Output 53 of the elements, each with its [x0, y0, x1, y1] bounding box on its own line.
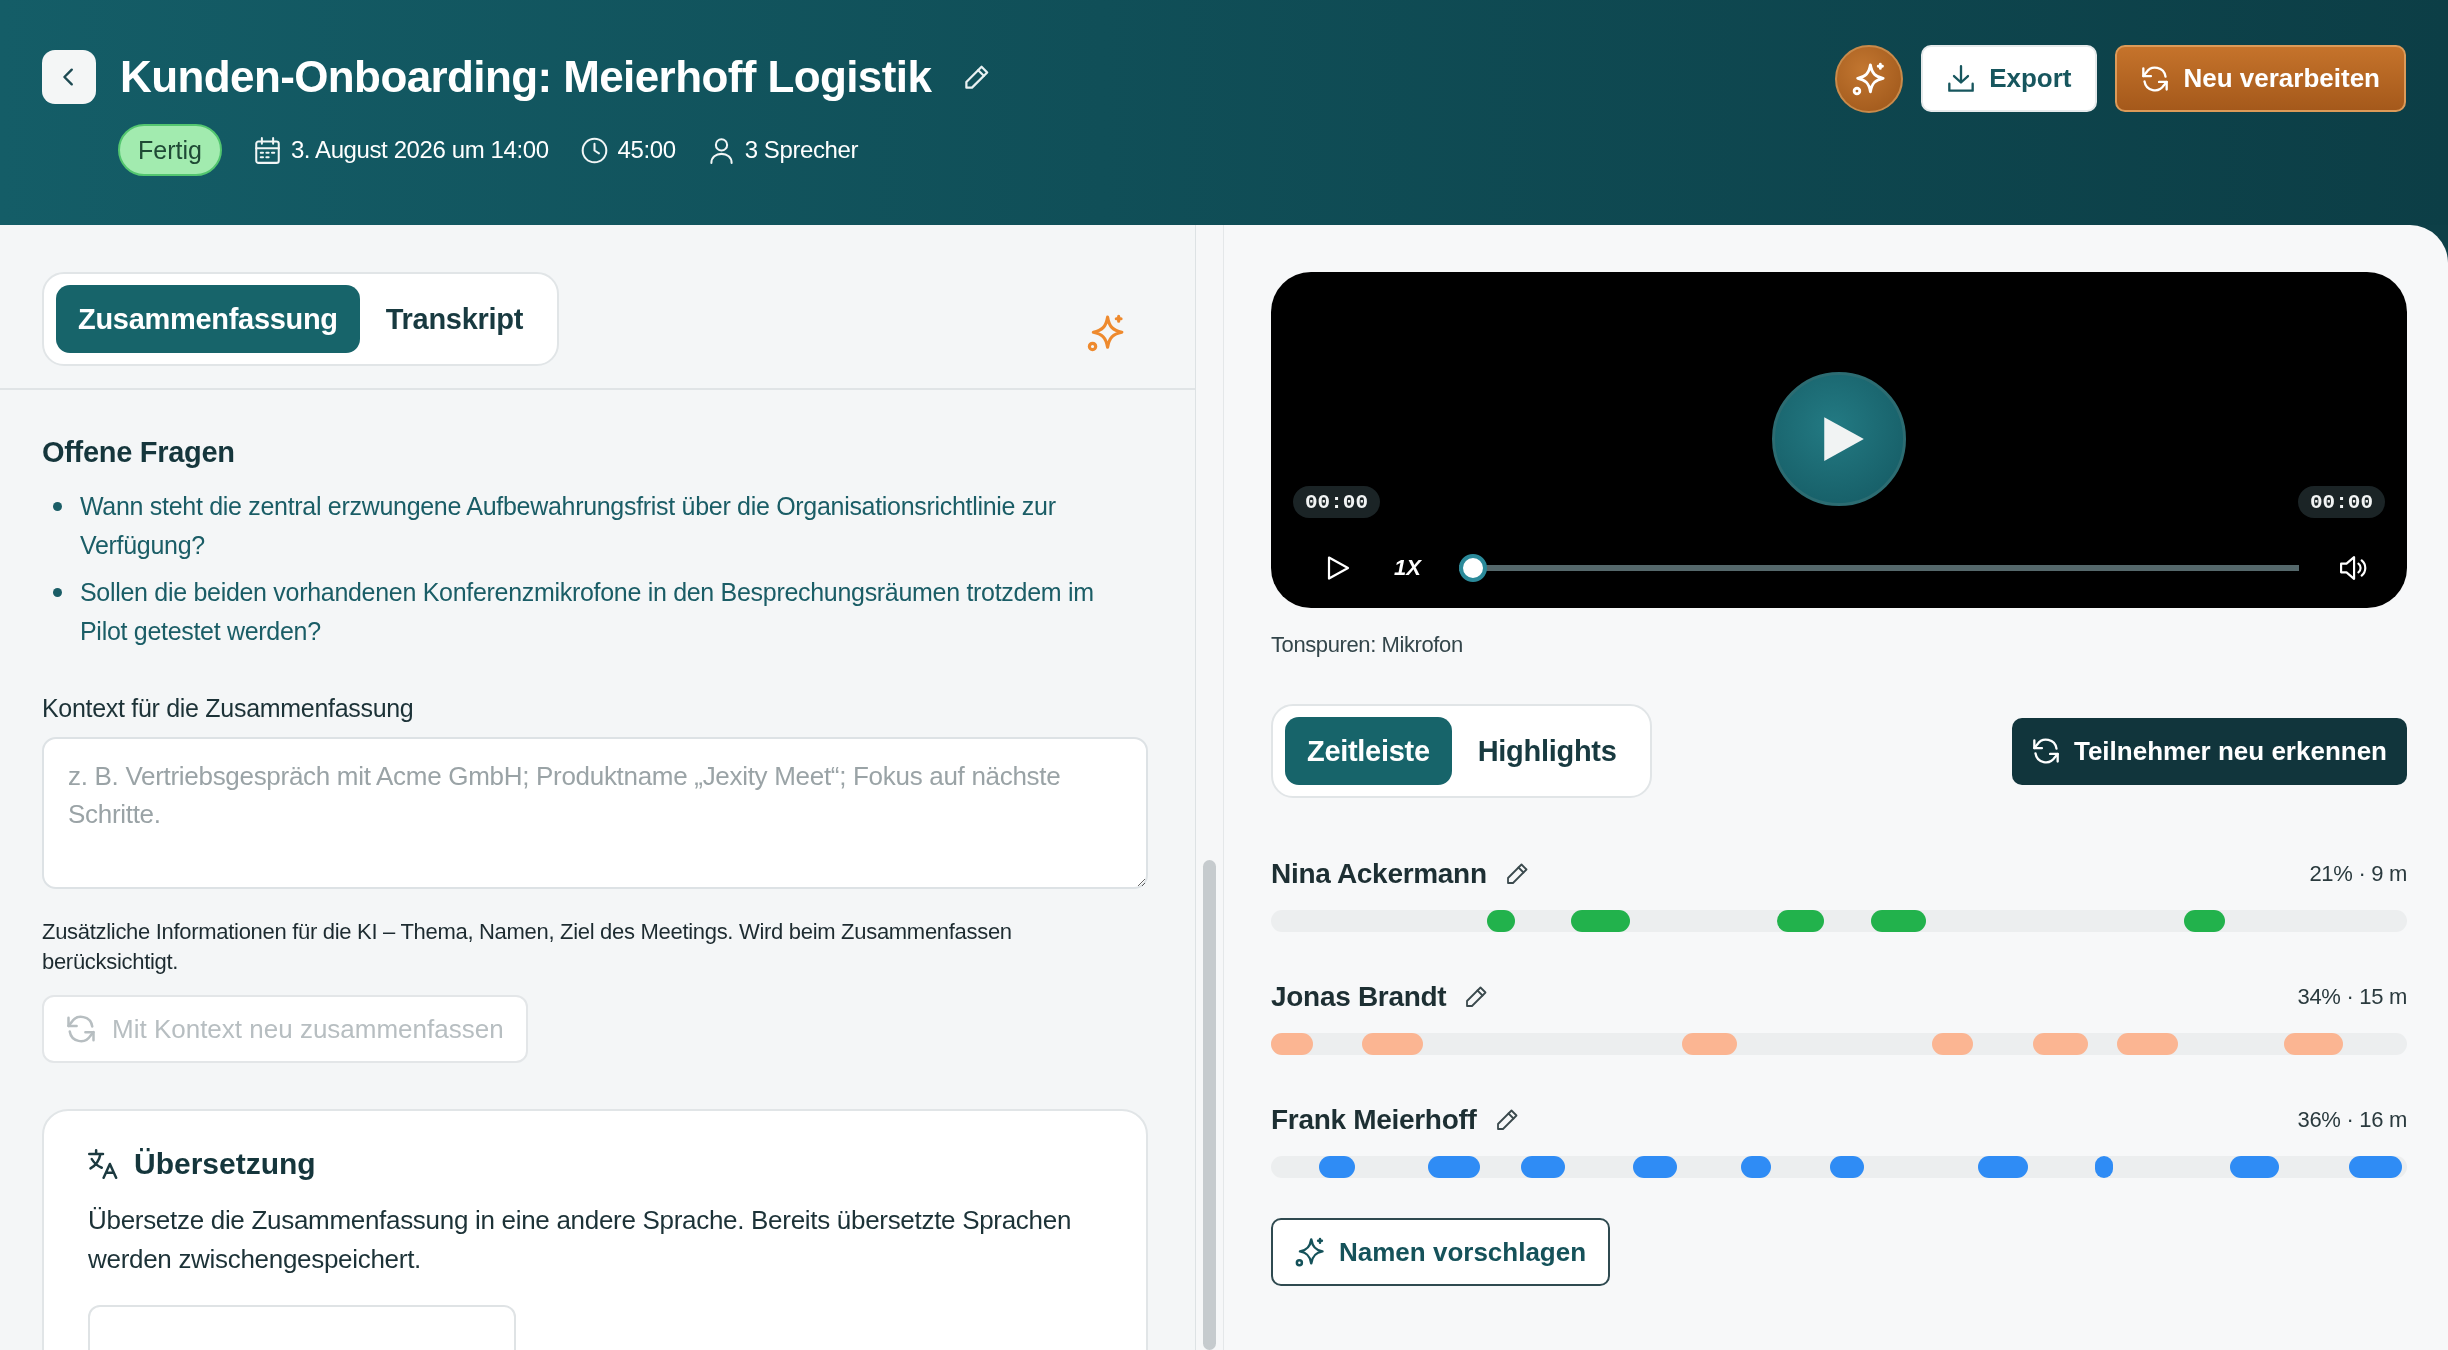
play-control[interactable]	[1326, 555, 1350, 581]
speaker-name: Frank Meierhoff	[1271, 1104, 1477, 1136]
back-button[interactable]	[42, 50, 96, 104]
bullet-icon	[53, 502, 62, 511]
volume-icon[interactable]	[2339, 555, 2367, 581]
translate-icon	[88, 1149, 118, 1179]
context-field[interactable]: z. B. Vertriebsgespräch mit Acme GmbH; Produktname „Jexity Meet“; Fokus auf nächste Schritte.	[42, 737, 1148, 889]
speaker-name: Nina Ackermann	[1271, 858, 1487, 890]
question-text: Wann steht die zentral erzwungene Aufbewahrungsfrist über die Organisationsrichtlinie zur Verfügung?	[80, 491, 1057, 561]
speed-button[interactable]: 1X	[1394, 555, 1421, 581]
calendar-icon	[253, 136, 281, 164]
tab[interactable]: Highlights	[1455, 717, 1639, 785]
edit-icon[interactable]	[1464, 985, 1489, 1009]
tab[interactable]: Zeitleiste	[1285, 717, 1452, 785]
audio-track-info: Tonspuren: Mikrofon	[1271, 632, 1464, 658]
question-text: Sollen die beiden vorhandenen Konferenzmikrofone in den Besprechungsräumen trotzdem im Pilot getestet werden?	[80, 577, 1095, 647]
speaker-count: 3 Sprecher	[744, 136, 859, 164]
seek-thumb[interactable]	[1458, 554, 1487, 582]
refresh-icon	[66, 1014, 96, 1044]
edit-icon[interactable]	[963, 63, 991, 91]
edit-icon[interactable]	[1494, 1108, 1519, 1132]
card-description: Übersetze die Zusammenfassung in eine andere Sprache. Bereits übersetzte Sprachen werden zwischengespeichert.	[88, 1204, 1073, 1276]
speaker-name: Jonas Brandt	[1271, 981, 1447, 1013]
suggest-names-button[interactable]: Namen vorschlagen	[1271, 1218, 1611, 1286]
status-badge: Fertig	[118, 124, 222, 176]
speaker-stats: 36% · 16 m	[2297, 1107, 2407, 1133]
refresh-icon	[2031, 737, 2060, 765]
export-button[interactable]: Export	[1921, 45, 2098, 112]
person-icon	[707, 136, 735, 164]
edit-icon[interactable]	[1504, 862, 1529, 886]
help-text: Zusätzliche Informationen für die KI – Thema, Namen, Ziel des Meetings. Wird beim Zusammenfassen berücksichtigt.	[42, 918, 1013, 976]
sparkle-icon	[1852, 62, 1887, 96]
page-title: Kunden-Onboarding: Meierhoff Logistik	[120, 52, 932, 102]
time-label: 00:00	[1293, 486, 1380, 518]
clock-icon	[580, 136, 608, 164]
reprocess-button[interactable]: Neu verarbeiten	[2115, 45, 2406, 112]
field-label: Kontext für die Zusammenfassung	[42, 694, 415, 723]
tab[interactable]: Transkript	[363, 285, 545, 353]
redetect-button[interactable]: Teilnehmer neu erkennen	[2011, 717, 2407, 785]
tab[interactable]: Zusammenfassung	[56, 285, 360, 353]
bullet-icon	[53, 588, 62, 597]
refresh-icon	[2141, 64, 2170, 93]
sparkle-icon	[1295, 1237, 1325, 1267]
speaker-stats: 34% · 15 m	[2297, 984, 2407, 1010]
card-heading: Übersetzung	[134, 1147, 316, 1181]
download-icon	[1947, 64, 1976, 93]
section-heading: Offene Fragen	[42, 436, 236, 469]
time-label: 00:00	[2298, 486, 2385, 518]
scrollbar-thumb[interactable]	[1203, 860, 1216, 1350]
date-text: 3. August 2026 um 14:00	[290, 136, 549, 164]
play-icon	[1326, 555, 1350, 581]
speaker-stats: 21% · 9 m	[2309, 861, 2407, 887]
duration-text: 45:00	[617, 136, 676, 164]
